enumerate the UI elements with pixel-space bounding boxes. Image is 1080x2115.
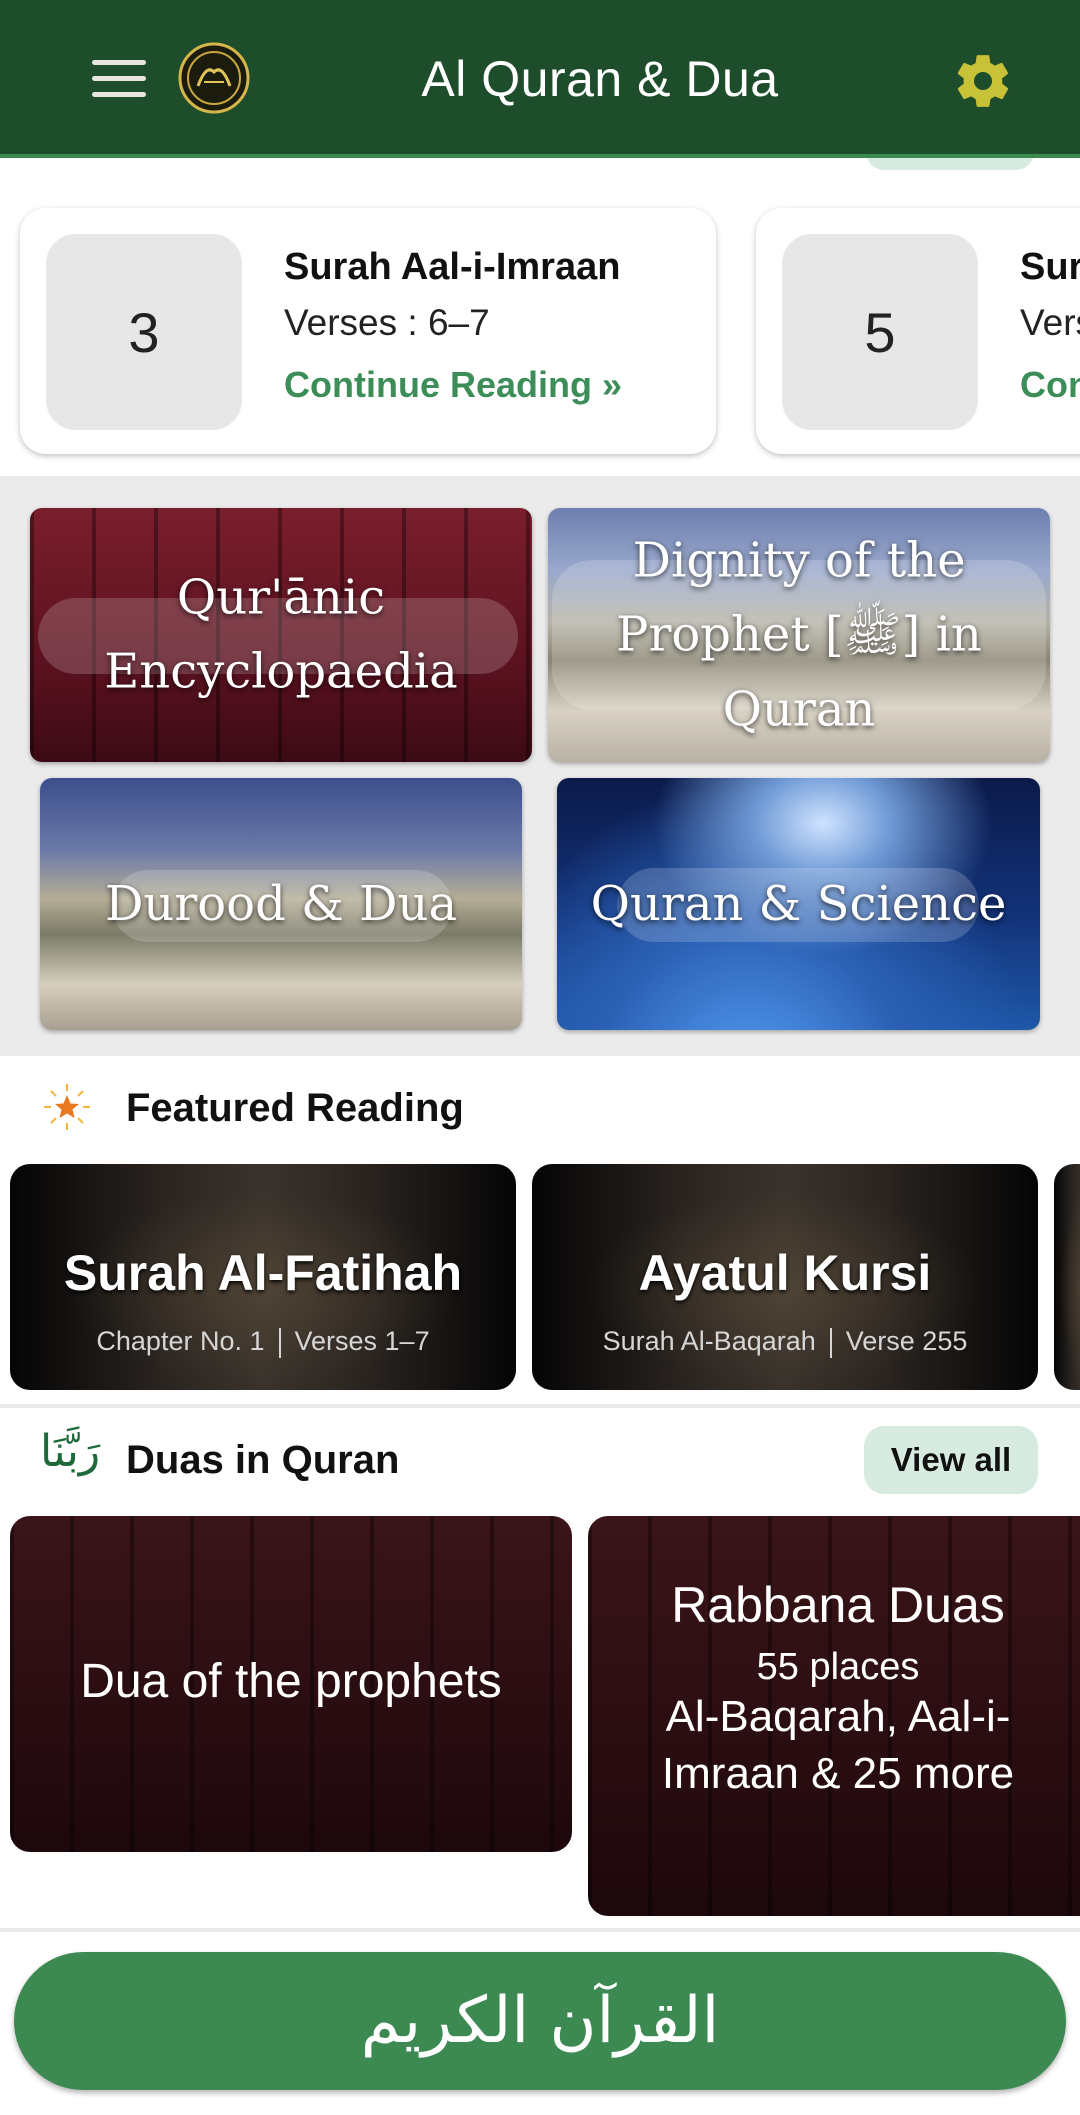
tile-dignity-of-prophet[interactable]: Dignity of the Prophet [ﷺ] in Quran	[548, 508, 1050, 762]
featured-card-subtitle: Surah Al-Baqarah Verse 255	[532, 1326, 1038, 1358]
recent-card[interactable]: 3 Surah Aal-i-Imraan Verses : 6–7 Contin…	[20, 208, 716, 454]
quran-calligraphy: القرآن الكريم	[360, 1984, 720, 2058]
dua-card-count: 55 places	[756, 1646, 920, 1688]
featured-verses: Verse 255	[845, 1326, 968, 1356]
app-bar: Al Quran & Dua	[0, 0, 1080, 158]
dua-card-title: Rabbana Duas	[671, 1577, 1005, 1633]
featured-card[interactable]: Surah Al-Fatihah Chapter No. 1 Verses 1–7	[10, 1164, 516, 1390]
surah-number-badge: 3	[46, 234, 242, 430]
surah-name: Surah	[1020, 246, 1080, 288]
featured-card-partial[interactable]	[1054, 1164, 1080, 1390]
dua-card-rabbana[interactable]: Rabbana Duas 55 places Al-Baqarah, Aal-i…	[588, 1516, 1080, 1916]
rabbana-icon: رَبَّنَا	[40, 1426, 101, 1477]
verses-range: Verses	[1020, 302, 1080, 343]
tile-label: Quran & Science	[590, 875, 1007, 932]
dua-card-surahs: Al-Baqarah, Aal-i-Imraan & 25 more	[661, 1692, 1015, 1799]
featured-card[interactable]: Ayatul Kursi Surah Al-Baqarah Verse 255	[532, 1164, 1038, 1390]
tile-quranic-encyclopaedia[interactable]: Qur'ānic Encyclopaedia	[30, 508, 532, 762]
gear-icon[interactable]	[952, 50, 1014, 112]
featured-card-subtitle: Chapter No. 1 Verses 1–7	[10, 1326, 516, 1358]
recent-reading-strip: 3 Surah Aal-i-Imraan Verses : 6–7 Contin…	[0, 158, 1080, 476]
recent-card[interactable]: 5 Surah Verses Continue	[756, 208, 1080, 454]
tile-label: Dignity of the Prophet [ﷺ] in Quran	[616, 532, 982, 738]
view-all-button-partial[interactable]	[866, 158, 1034, 170]
continue-reading-link[interactable]: Continue Reading »	[284, 364, 622, 406]
featured-chapter: Chapter No. 1	[96, 1326, 265, 1356]
featured-chapter: Surah Al-Baqarah	[602, 1326, 816, 1356]
tile-label: Durood & Dua	[104, 875, 458, 932]
surah-number-badge: 5	[782, 234, 978, 430]
surah-name: Surah Aal-i-Imraan	[284, 246, 621, 288]
app-title: Al Quran & Dua	[421, 51, 779, 107]
duas-title: Duas in Quran	[126, 1438, 400, 1482]
open-quran-button[interactable]: القرآن الكريم	[14, 1952, 1066, 2090]
featured-card-title: Ayatul Kursi	[638, 1245, 932, 1301]
tile-label: Qur'ānic Encyclopaedia	[104, 569, 458, 700]
tile-quran-and-science[interactable]: Quran & Science	[557, 778, 1040, 1030]
dua-card-prophets[interactable]: Dua of the prophets	[10, 1516, 572, 1852]
featured-verses: Verses 1–7	[294, 1326, 430, 1356]
hamburger-menu-icon[interactable]	[92, 58, 148, 98]
verses-range: Verses : 6–7	[284, 302, 490, 343]
tile-durood-and-dua[interactable]: Durood & Dua	[40, 778, 522, 1030]
quran-logo-icon	[178, 42, 250, 114]
star-icon	[44, 1084, 90, 1130]
featured-card-title: Surah Al-Fatihah	[63, 1245, 463, 1301]
continue-reading-link[interactable]: Continue	[1020, 364, 1080, 406]
dua-card-title: Dua of the prophets	[80, 1655, 502, 1708]
view-all-button[interactable]: View all	[864, 1426, 1038, 1494]
featured-reading-title: Featured Reading	[126, 1086, 464, 1130]
